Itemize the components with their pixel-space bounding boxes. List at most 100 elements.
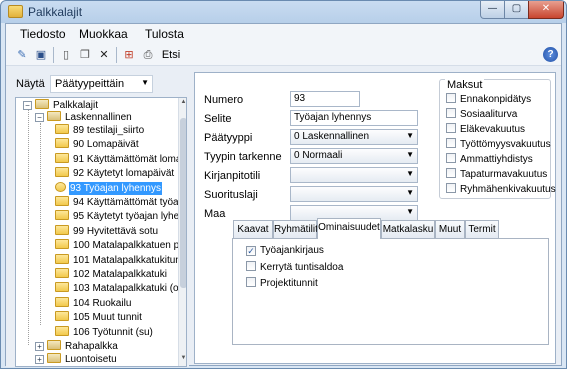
tree-item[interactable]: 105 Muut tunnit <box>55 311 143 324</box>
paatyyppi-select[interactable]: 0 Laskennallinen ▼ <box>290 129 418 145</box>
collapse-icon[interactable]: − <box>23 101 32 110</box>
tree-item[interactable]: 92 Käytetyt lomapäivät <box>55 167 175 180</box>
checkbox[interactable] <box>446 93 456 103</box>
tree-node-rahapalkka[interactable]: + Rahapalkka <box>31 340 119 353</box>
close-button[interactable]: ✕ <box>528 1 564 19</box>
tab-termit[interactable]: Termit <box>465 220 499 238</box>
folder-icon <box>55 138 69 149</box>
tree-item-label: 105 Muut tunnit <box>73 312 142 324</box>
tree-item[interactable]: 93 Työajan lyhennys <box>55 181 162 195</box>
checkbox-ammattiyhdistys[interactable]: Ammattiyhdistys <box>446 153 533 166</box>
tree-item[interactable]: 99 Hyvitettävä sotu <box>55 224 159 238</box>
tab-ryhmatilit[interactable]: Ryhmätilit <box>273 220 318 238</box>
tree-item-label: 91 Käyttämättömät lomap <box>73 153 187 165</box>
tree-item[interactable]: 90 Lomapäivät <box>55 138 140 151</box>
tree-guide <box>28 110 29 345</box>
numero-field[interactable]: 93 <box>290 91 360 107</box>
toolbar-separator <box>116 47 117 63</box>
collapse-icon[interactable]: − <box>35 113 44 122</box>
checkbox-sosiaaliturva[interactable]: Sosiaaliturva <box>446 108 517 121</box>
checkbox-label: Eläkevakuutus <box>460 124 526 135</box>
menu-tiedosto[interactable]: Tiedosto <box>20 27 66 41</box>
copy-icon[interactable]: ❐ <box>77 47 93 63</box>
tree-node-laskennallinen[interactable]: − Laskennallinen <box>31 111 133 124</box>
expand-icon[interactable]: + <box>35 342 44 351</box>
new-document-icon[interactable]: ▯ <box>58 47 74 63</box>
checkbox[interactable] <box>246 277 256 287</box>
tree-item[interactable]: 102 Matalapalkkatuki <box>55 268 168 281</box>
checkbox-tyottomyysvakuutus[interactable]: Työttömyysvakuutus <box>446 138 551 151</box>
folder-icon <box>55 224 69 235</box>
tab-ominaisuudet[interactable]: Ominaisuudet <box>317 218 381 239</box>
menu-tulosta[interactable]: Tulosta <box>145 27 184 41</box>
search-button[interactable]: Etsi <box>159 47 183 63</box>
tree-item[interactable]: 104 Ruokailu <box>55 296 132 310</box>
kirjanpitotili-select[interactable]: ▼ <box>290 167 418 183</box>
tab-kaavat[interactable]: Kaavat <box>233 220 273 238</box>
maximize-button[interactable]: ▢ <box>504 1 529 19</box>
expand-icon[interactable]: + <box>35 355 44 364</box>
edit-icon[interactable]: ✎ <box>14 47 30 63</box>
scroll-down-icon[interactable]: ▼ <box>179 355 186 365</box>
scroll-up-icon[interactable]: ▲ <box>179 99 186 109</box>
checkbox[interactable] <box>446 183 456 193</box>
tyypin-tarkenne-select[interactable]: 0 Normaali ▼ <box>290 148 418 164</box>
maksut-group: Maksut Ennakonpidätys Sosiaaliturva Eläk… <box>439 79 556 199</box>
selite-field[interactable]: Työajan lyhennys <box>290 110 418 126</box>
print-icon[interactable]: ⎙ <box>140 47 156 63</box>
help-icon[interactable]: ? <box>543 47 558 62</box>
tree-item[interactable]: 89 testilaji_siirto <box>55 124 145 137</box>
tree-item[interactable]: 103 Matalapalkkatuki (ol <box>55 282 182 295</box>
numero-label: Numero <box>204 94 244 106</box>
save-icon[interactable]: ▣ <box>33 47 49 63</box>
checkbox[interactable] <box>446 123 456 133</box>
tree-item-label: 95 Käytetyt työajan lyher <box>73 211 183 223</box>
title-bar[interactable]: Palkkalajit — ▢ ✕ <box>1 1 566 23</box>
scrollbar-thumb[interactable] <box>180 118 186 288</box>
tree-scrollbar[interactable]: ▲ ▼ <box>178 98 186 366</box>
tyypin-tarkenne-value: 0 Normaali <box>294 150 343 161</box>
tree-item[interactable]: 100 Matalapalkkatuen p <box>55 239 180 252</box>
checkbox-projektitunnit[interactable]: Projektitunnit <box>246 277 318 289</box>
checkbox-tapaturmavakuutus[interactable]: Tapaturmavakuutus <box>446 168 547 181</box>
checkbox-tyoajankirjaus[interactable]: ✓ Työajankirjaus <box>246 245 324 256</box>
checkbox[interactable] <box>446 138 456 148</box>
tree-item-label: 90 Lomapäivät <box>73 139 139 151</box>
checkbox[interactable] <box>446 108 456 118</box>
tree-node-luontoisetu[interactable]: + Luontoisetu <box>31 353 118 366</box>
left-pane: Näytä Päätyypeittäin ▼ − Palkkalajit − L… <box>6 67 189 367</box>
folder-icon <box>55 152 69 163</box>
checkbox-ennakonpidatys[interactable]: Ennakonpidätys <box>446 93 531 106</box>
checkbox[interactable]: ✓ <box>246 246 256 256</box>
tree-item-label: 106 Työtunnit (su) <box>73 326 153 338</box>
checkbox[interactable] <box>446 153 456 163</box>
suorituslaji-select[interactable]: ▼ <box>290 186 418 202</box>
chevron-down-icon: ▼ <box>406 169 414 178</box>
tab-muut[interactable]: Muut <box>435 220 465 238</box>
checkbox-label: Ammattiyhdistys <box>460 154 533 165</box>
tree-node-label: Laskennallinen <box>65 112 132 123</box>
view-select[interactable]: Päätyypeittäin ▼ <box>50 75 153 93</box>
checkbox-label: Työajankirjaus <box>260 245 324 256</box>
folder-icon <box>55 268 69 278</box>
checkbox-kerryta-tuntisaldoa[interactable]: Kerrytä tuntisaldoa <box>246 261 343 273</box>
menu-muokkaa[interactable]: Muokkaa <box>79 27 128 41</box>
folder-icon <box>55 210 69 221</box>
view-select-value: Päätyypeittäin <box>55 78 125 90</box>
tree-item[interactable]: 94 Käyttämättömät työaj <box>55 196 182 209</box>
tree-view[interactable]: − Palkkalajit − Laskennallinen 89 testil… <box>15 97 187 367</box>
tree-item[interactable]: 101 Matalapalkkatukitunn <box>55 253 186 267</box>
delete-icon[interactable]: ✕ <box>96 47 112 63</box>
tree-item[interactable]: 95 Käytetyt työajan lyher <box>55 210 184 223</box>
checkbox[interactable] <box>446 168 456 178</box>
folder-icon <box>55 167 69 178</box>
tree-item[interactable]: 106 Työtunnit (su) <box>55 325 154 339</box>
checkbox[interactable] <box>246 261 256 271</box>
tree-item[interactable]: 91 Käyttämättömät lomap <box>55 152 187 166</box>
checkbox-elakevakuutus[interactable]: Eläkevakuutus <box>446 123 525 136</box>
tab-matkalasku[interactable]: Matkalasku <box>381 220 435 238</box>
checkbox-ryhmahenkivakuutus[interactable]: Ryhmähenkivakuutus <box>446 183 556 196</box>
minimize-button[interactable]: — <box>480 1 505 19</box>
add-row-icon[interactable]: ⊞ <box>121 47 137 63</box>
folder-open-icon <box>47 111 61 121</box>
